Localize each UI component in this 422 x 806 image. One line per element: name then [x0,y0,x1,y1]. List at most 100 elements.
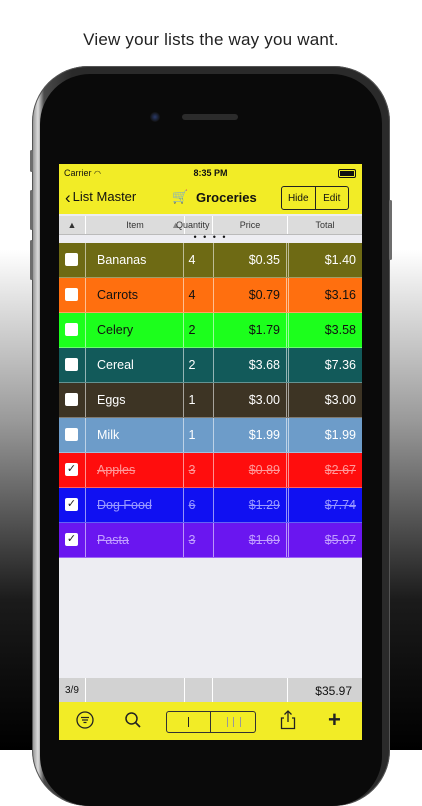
item-quantity: 2 [188,358,196,372]
item-quantity-wrap: 4 [172,243,212,277]
divider [85,678,86,702]
item-price: $3.00 [248,393,280,407]
item-price: $0.79 [248,288,280,302]
item-quantity: 3 [188,533,196,547]
checkbox-column-header[interactable]: ▲ [59,216,86,234]
item-name: Celery [97,323,134,337]
item-checkbox-checked[interactable]: ✓ [65,533,78,546]
item-count: 3/9 [65,685,79,696]
earpiece-speaker [182,114,238,120]
item-quantity-wrap: 1 [172,418,212,452]
single-bar-icon [188,717,189,727]
list-item[interactable]: ✓ Dog Food 6 $1.29 $7.74 [59,488,362,523]
item-name-cell: Eggs [86,383,184,417]
item-quantity: 3 [188,463,196,477]
back-button[interactable]: ‹ List Master [65,188,137,207]
price-cell: $1.29 [213,488,287,522]
battery-icon [338,169,356,178]
total-cell: $7.36 [288,348,362,382]
item-total: $1.40 [324,253,356,267]
item-checkbox[interactable] [65,253,78,266]
checkbox-cell [59,418,86,452]
total-cell: $1.99 [288,418,362,452]
item-checkbox-checked[interactable]: ✓ [65,498,78,511]
list-item[interactable]: Milk 1 $1.99 $1.99 [59,418,362,453]
item-price: $0.89 [248,463,280,477]
item-name: Cereal [97,358,134,372]
item-quantity-wrap: 6 [172,488,212,522]
item-total: $2.67 [324,463,356,477]
page-title: Groceries [196,190,257,205]
list-item[interactable]: Carrots 4 $0.79 $3.16 [59,278,362,313]
item-column-header[interactable]: Item ▲ [86,216,185,234]
checkbox-cell [59,383,86,417]
item-name: Pasta [97,533,129,547]
item-name-cell: Bananas [86,243,184,277]
edit-button[interactable]: Edit [316,187,349,209]
page-indicator[interactable]: • • • • [59,233,362,242]
quantity-header-label: Quantity [176,220,210,230]
total-header-label: Total [315,220,335,230]
chevron-left-icon: ‹ [65,188,71,207]
item-total: $5.07 [324,533,356,547]
price-cell: $0.35 [213,243,287,277]
status-bar: Carrier ◠ 8:35 PM [59,164,362,182]
power-button [389,200,392,260]
item-checkbox[interactable] [65,358,78,371]
checkbox-cell: ✓ [59,488,86,522]
list-item[interactable]: Celery 2 $1.79 $3.58 [59,313,362,348]
total-cell: $1.40 [288,243,362,277]
list-item[interactable]: Eggs 1 $3.00 $3.00 [59,383,362,418]
item-name-cell: Milk [86,418,184,452]
add-icon[interactable]: + [328,707,341,733]
list-item[interactable]: ✓ Pasta 3 $1.69 $5.07 [59,523,362,558]
total-column-header[interactable]: Total [288,216,362,234]
item-quantity-wrap: 1 [172,383,212,417]
front-camera [150,112,160,122]
promo-caption: View your lists the way you want. [83,30,339,49]
item-name-cell: Pasta [86,523,184,557]
item-quantity-wrap: 2 [172,313,212,347]
checkbox-cell [59,313,86,347]
list-item[interactable]: ✓ Apples 3 $0.89 $2.67 [59,453,362,488]
checkbox-cell [59,348,86,382]
item-checkbox[interactable] [65,428,78,441]
item-name-cell: Celery [86,313,184,347]
hide-button[interactable]: Hide [282,187,316,209]
item-checkbox-checked[interactable]: ✓ [65,463,78,476]
list-item[interactable]: Cereal 2 $3.68 $7.36 [59,348,362,383]
cart-icon: 🛒 [172,189,189,204]
grand-total: $35.97 [315,684,352,698]
triple-bar-middle-icon [233,717,234,727]
item-name-cell: Dog Food [86,488,184,522]
back-button-label: List Master [72,189,137,204]
item-total: $7.74 [324,498,356,512]
checkbox-cell: ✓ [59,523,86,557]
list-item[interactable]: Bananas 4 $0.35 $1.40 [59,243,362,278]
total-cell: $2.67 [288,453,362,487]
price-cell: $3.00 [213,383,287,417]
item-checkbox[interactable] [65,393,78,406]
item-quantity-wrap: 3 [172,523,212,557]
item-name-cell: Apples [86,453,184,487]
multi-column-view-button[interactable] [211,712,255,732]
item-name: Apples [97,463,136,477]
item-name-cell: Cereal [86,348,184,382]
item-total: $1.99 [324,428,356,442]
item-price: $3.68 [248,358,280,372]
share-icon[interactable] [280,710,296,735]
total-cell: $5.07 [288,523,362,557]
search-icon[interactable] [124,711,142,734]
filter-icon[interactable] [76,711,94,734]
item-checkbox[interactable] [65,288,78,301]
price-cell: $0.79 [213,278,287,312]
item-name: Bananas [97,253,147,267]
item-checkbox[interactable] [65,323,78,336]
checkbox-cell: ✓ [59,453,86,487]
price-header-label: Price [239,220,261,230]
total-cell: $3.58 [288,313,362,347]
total-cell: $7.74 [288,488,362,522]
single-column-view-button[interactable] [167,712,211,732]
item-header-label: Item [126,220,144,230]
total-cell: $3.00 [288,383,362,417]
